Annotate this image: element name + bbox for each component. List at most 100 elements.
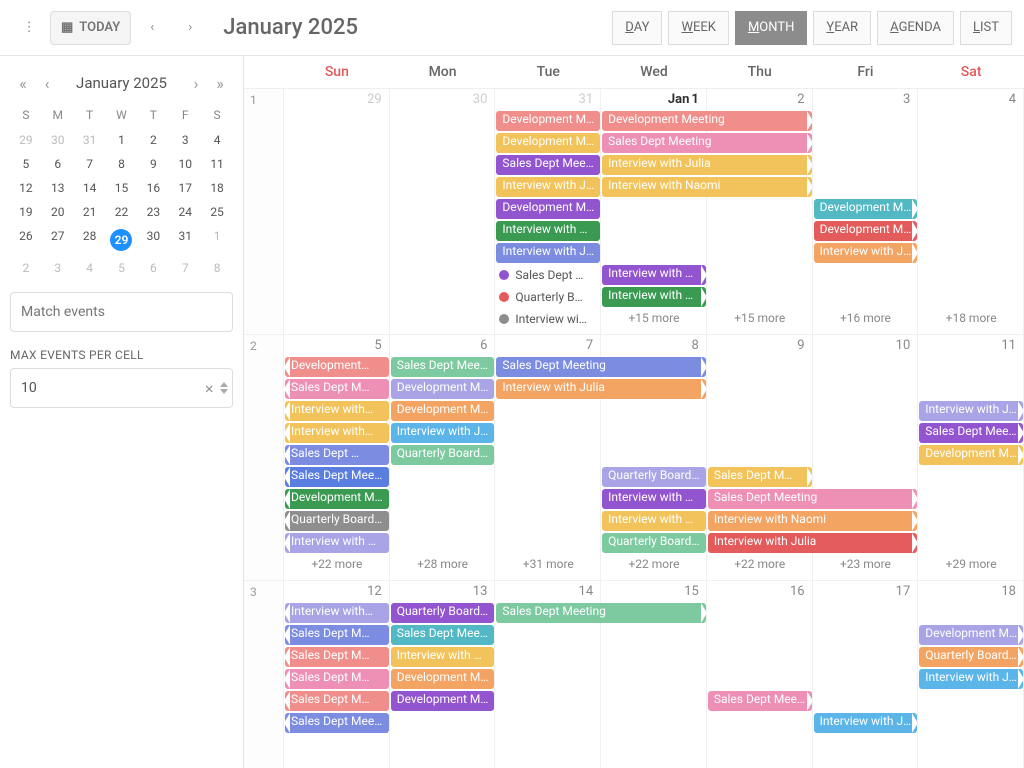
event-bar[interactable]: Interview with Julia: [496, 243, 600, 263]
more-link[interactable]: +16 more: [813, 309, 919, 329]
mini-next-month[interactable]: ›: [185, 72, 207, 94]
more-link[interactable]: +22 more: [707, 555, 813, 575]
event-bar[interactable]: Development…: [285, 357, 389, 377]
event-bar[interactable]: Development Meeting: [496, 111, 600, 131]
event-bar[interactable]: Development Meeting: [919, 625, 1023, 645]
event-bar[interactable]: Interview with Julia: [814, 243, 918, 263]
mini-day[interactable]: 10: [169, 152, 201, 176]
max-events-input[interactable]: ×: [10, 368, 233, 408]
mini-day[interactable]: 19: [10, 200, 42, 224]
more-link[interactable]: +29 more: [918, 555, 1024, 575]
event-bar[interactable]: Development Meeting: [814, 199, 918, 219]
event-bar[interactable]: Development Meeting: [391, 691, 495, 711]
event-bar[interactable]: Interview with Julia: [496, 379, 705, 399]
mini-next-year[interactable]: »: [209, 72, 231, 94]
stepper-up[interactable]: [220, 382, 228, 387]
mini-day[interactable]: 31: [74, 128, 106, 152]
event-bar[interactable]: Interview with Naomi: [602, 177, 811, 197]
today-button[interactable]: ▦ TODAY: [50, 11, 131, 45]
event-bar[interactable]: Interview with Julia: [919, 401, 1023, 421]
mini-day[interactable]: 2: [137, 128, 169, 152]
event-bar[interactable]: Sales Dept M…: [285, 379, 389, 399]
day-number[interactable]: 10: [813, 335, 919, 356]
more-link[interactable]: +31 more: [495, 555, 601, 575]
event-bar[interactable]: Sales Dept M…: [285, 691, 389, 711]
event-bar[interactable]: Interview with Naomi: [708, 511, 917, 531]
event-bar[interactable]: Interview with Naomi: [602, 511, 706, 531]
mini-day[interactable]: 11: [201, 152, 233, 176]
view-day[interactable]: DAY: [612, 11, 662, 45]
day-number[interactable]: 8: [601, 335, 707, 356]
mini-day[interactable]: 13: [42, 176, 74, 200]
event-bar[interactable]: Sales Dept Meeting: [602, 133, 811, 153]
event-bar[interactable]: Interview with Naomi: [496, 221, 600, 241]
day-number[interactable]: 4: [918, 89, 1024, 110]
event-bar[interactable]: Sales Dept Meeting: [708, 691, 812, 711]
mini-day[interactable]: 29: [10, 128, 42, 152]
more-link[interactable]: +15 more: [707, 309, 813, 329]
mini-prev-year[interactable]: «: [12, 72, 34, 94]
mini-prev-month[interactable]: ‹: [36, 72, 58, 94]
more-link[interactable]: +23 more: [813, 555, 919, 575]
event-bar[interactable]: Quarterly Board Meeting: [285, 511, 389, 531]
mini-day[interactable]: 17: [169, 176, 201, 200]
day-number[interactable]: 7: [495, 335, 601, 356]
event-bar[interactable]: Development Meeting: [496, 199, 600, 219]
mini-day[interactable]: 2: [10, 256, 42, 280]
event-bar[interactable]: Development Meeting: [496, 133, 600, 153]
event-bar[interactable]: Development Meeting: [391, 669, 495, 689]
search-input[interactable]: [10, 292, 233, 332]
mini-day[interactable]: 15: [106, 176, 138, 200]
stepper-down[interactable]: [220, 389, 228, 394]
event-bar[interactable]: Interview with Naomi: [602, 265, 706, 285]
mini-day[interactable]: 16: [137, 176, 169, 200]
day-number[interactable]: 5: [284, 335, 390, 356]
event-bar[interactable]: Interview with Naomi: [602, 489, 706, 509]
event-bar[interactable]: Sales Dept Meeting: [285, 713, 389, 733]
day-number[interactable]: 16: [707, 581, 813, 602]
mini-day[interactable]: 4: [74, 256, 106, 280]
event-bar[interactable]: Interview with Julia: [602, 155, 811, 175]
day-number[interactable]: 13: [390, 581, 496, 602]
more-menu-icon[interactable]: ⋮: [12, 11, 46, 45]
day-number[interactable]: 11: [918, 335, 1024, 356]
event-bar[interactable]: Sales Dept Meeting: [285, 467, 389, 487]
event-bar[interactable]: Quarterly Board Meeting: [602, 533, 706, 553]
event-bar[interactable]: Sales Dept …: [285, 445, 389, 465]
event-bar[interactable]: Sales Dept Meeting: [919, 423, 1023, 443]
day-number[interactable]: 17: [813, 581, 919, 602]
event-bar[interactable]: Development Meeting: [391, 379, 495, 399]
day-number[interactable]: 6: [390, 335, 496, 356]
mini-day[interactable]: 9: [137, 152, 169, 176]
max-events-field[interactable]: [21, 380, 199, 396]
mini-day[interactable]: 26: [10, 224, 42, 256]
event-bar[interactable]: Interview with Julia: [708, 533, 917, 553]
more-link[interactable]: +28 more: [390, 555, 496, 575]
event-bar[interactable]: Sales Dept Meeting: [391, 625, 495, 645]
mini-day[interactable]: 21: [74, 200, 106, 224]
mini-day[interactable]: 27: [42, 224, 74, 256]
mini-day[interactable]: 7: [169, 256, 201, 280]
view-list[interactable]: LIST: [960, 11, 1012, 45]
mini-day[interactable]: 31: [169, 224, 201, 256]
mini-day[interactable]: 1: [106, 128, 138, 152]
mini-day[interactable]: 8: [106, 152, 138, 176]
event-bar[interactable]: Interview with…: [285, 603, 389, 623]
mini-day[interactable]: 4: [201, 128, 233, 152]
day-number[interactable]: 15: [601, 581, 707, 602]
day-number[interactable]: 12: [284, 581, 390, 602]
event-bar[interactable]: Development Meeting: [285, 489, 389, 509]
event-bar[interactable]: Interview with Julia: [919, 669, 1023, 689]
event-bar[interactable]: Interview with Julia: [391, 423, 495, 443]
day-number[interactable]: 9: [707, 335, 813, 356]
view-week[interactable]: WEEK: [668, 11, 728, 45]
day-number[interactable]: 18: [918, 581, 1024, 602]
day-number[interactable]: Jan1: [601, 89, 707, 110]
more-link[interactable]: +18 more: [918, 309, 1024, 329]
event-bar[interactable]: Interview with Naomi: [602, 287, 706, 307]
day-number[interactable]: 31: [495, 89, 601, 110]
event-bar[interactable]: Sales Dept Meeting: [496, 155, 600, 175]
mini-day[interactable]: 30: [42, 128, 74, 152]
view-year[interactable]: YEAR: [813, 11, 871, 45]
day-number[interactable]: 2: [707, 89, 813, 110]
